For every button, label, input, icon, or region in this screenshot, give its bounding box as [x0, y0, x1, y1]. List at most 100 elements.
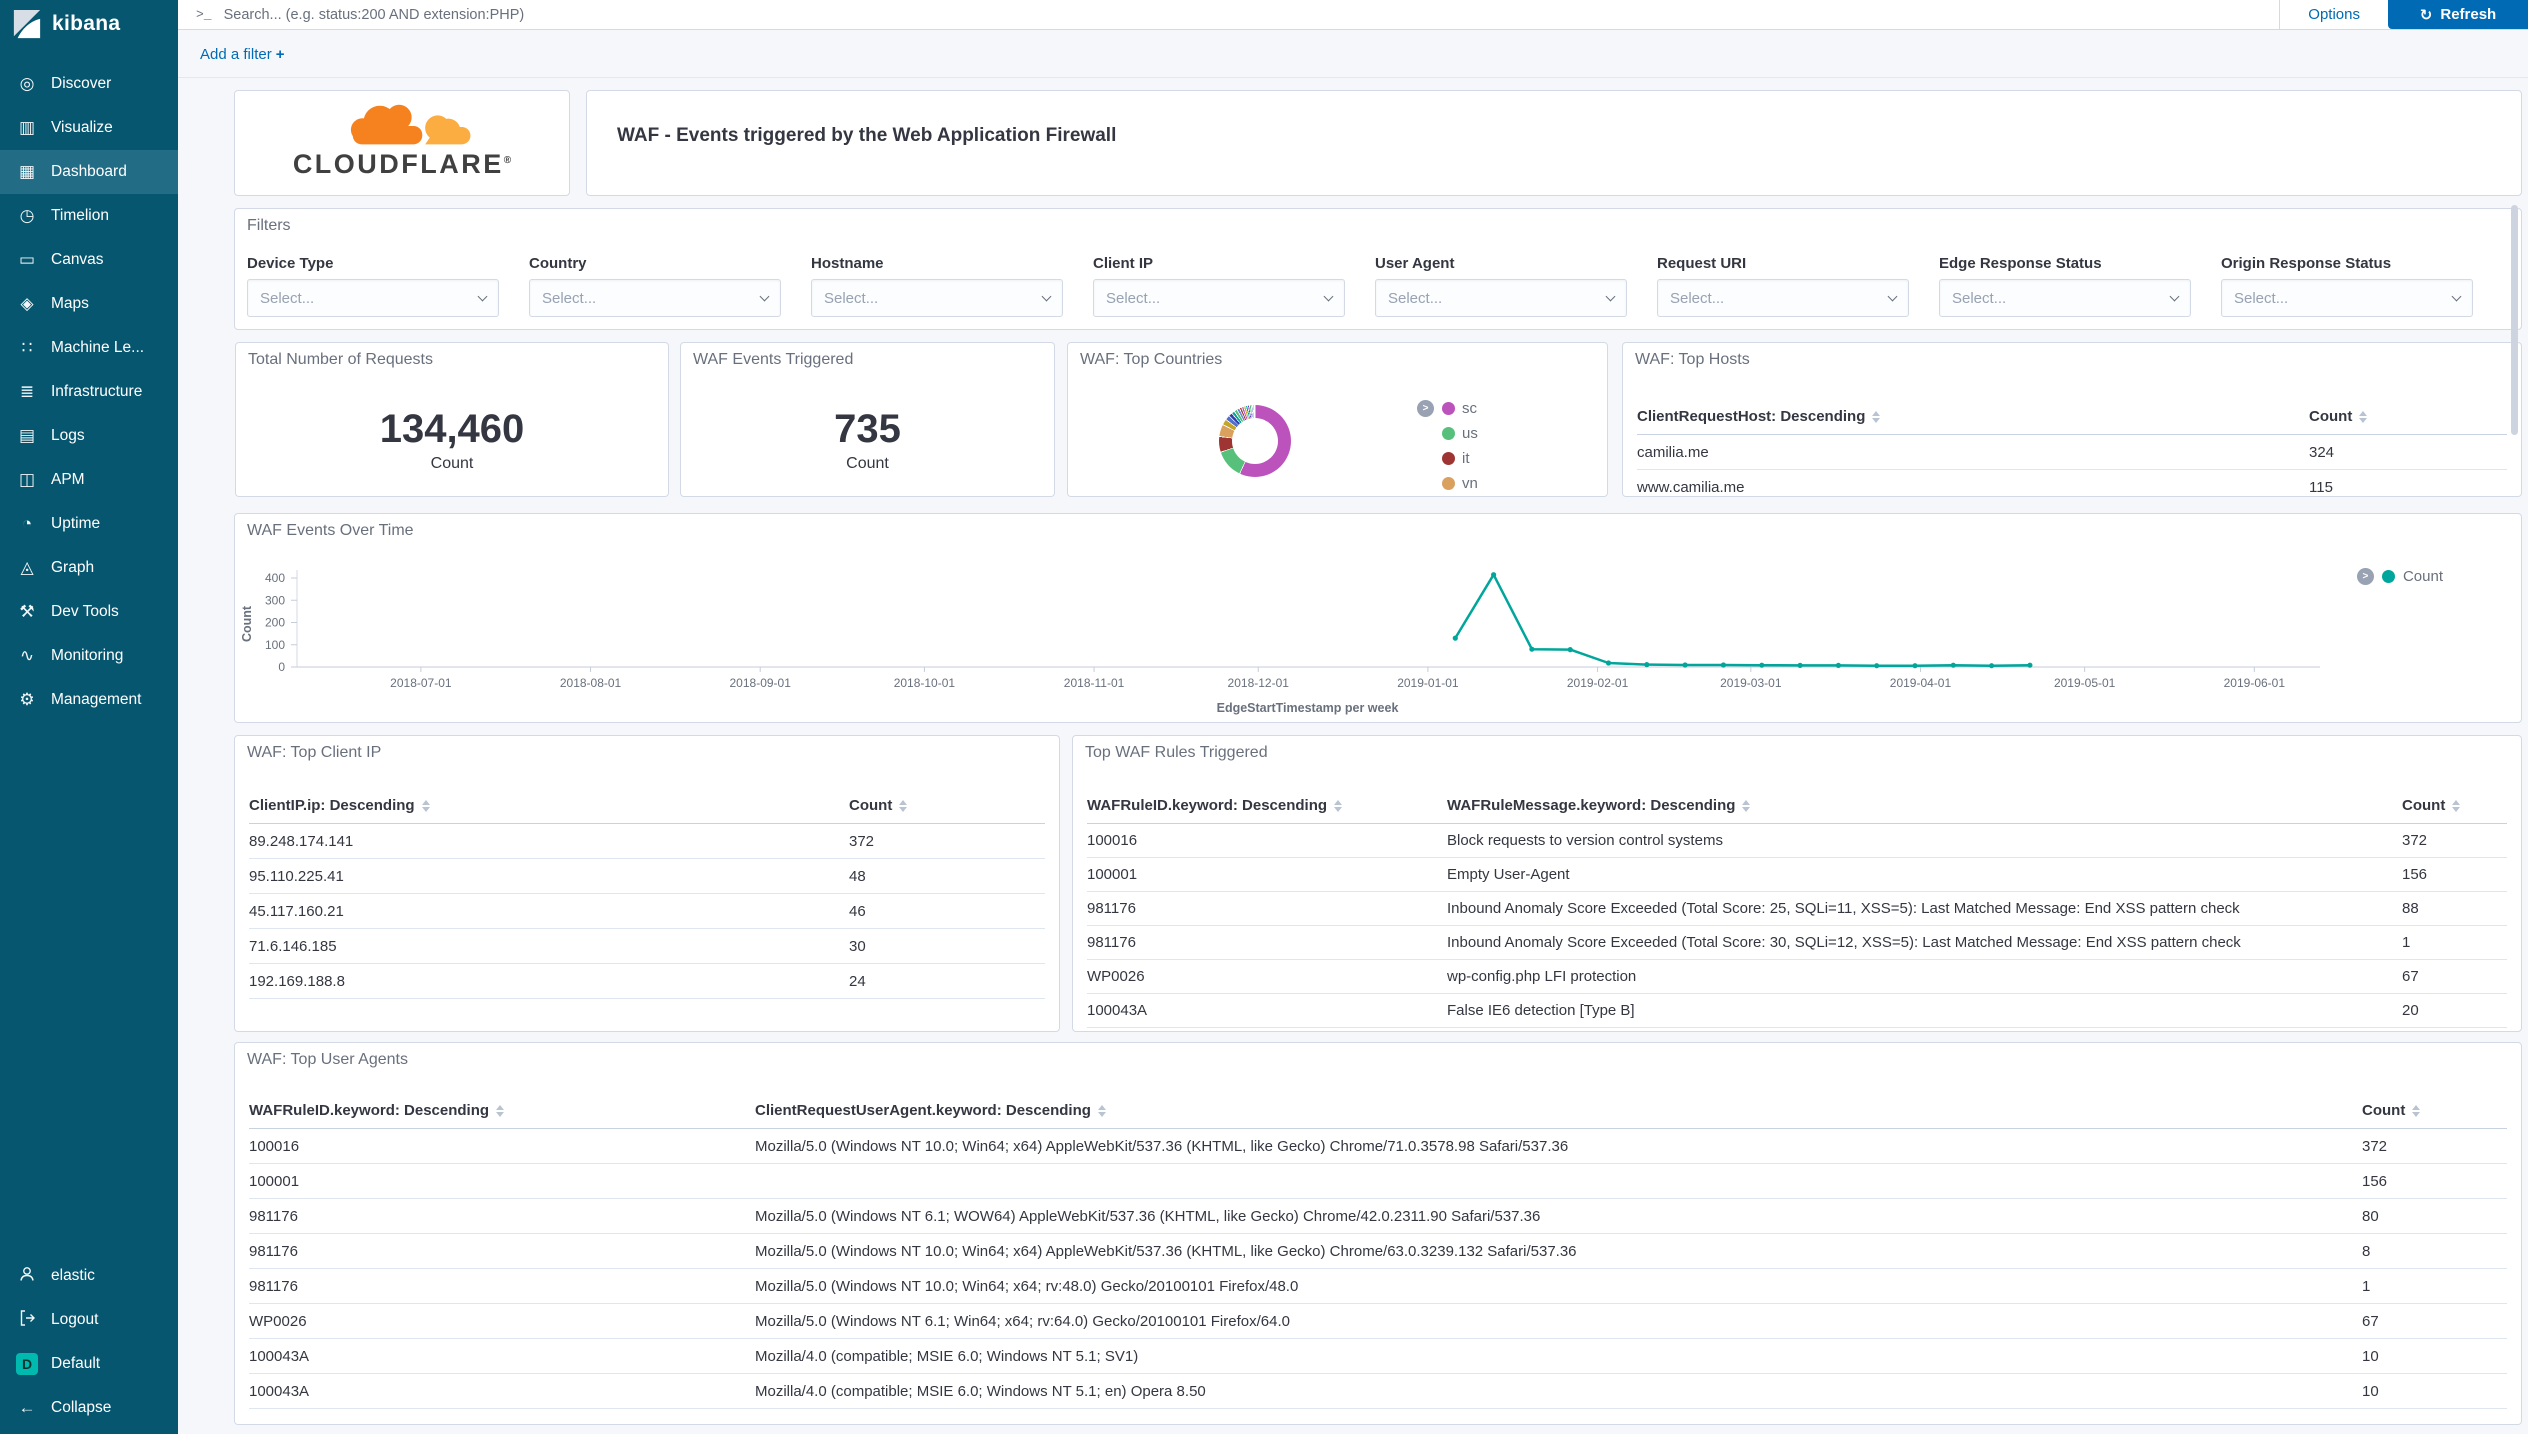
chevron-down-icon	[760, 291, 770, 301]
table-cell: Inbound Anomaly Score Exceeded (Total Sc…	[1447, 934, 2402, 951]
dashboard-title-panel: WAF - Events triggered by the Web Applic…	[586, 90, 2522, 196]
sidebar-item-dashboard[interactable]: ▦Dashboard	[0, 150, 178, 194]
sidebar-item-elastic[interactable]: elastic	[0, 1254, 178, 1298]
sort-icon[interactable]	[1742, 800, 1750, 812]
sidebar-item-default-space[interactable]: D Default	[0, 1342, 178, 1386]
sidebar-item-canvas[interactable]: ▭Canvas	[0, 238, 178, 282]
column-header[interactable]: ClientRequestHost: Descending	[1637, 408, 2309, 425]
svg-text:Count: Count	[240, 605, 254, 642]
sort-icon[interactable]	[1872, 411, 1880, 423]
filter-field-hostname: HostnameSelect...	[811, 255, 1063, 317]
column-header[interactable]: WAFRuleID.keyword: Descending	[1087, 797, 1447, 814]
edge-response-status-select[interactable]: Select...	[1939, 279, 2191, 317]
table-cell: camilia.me	[1637, 444, 2309, 461]
column-header[interactable]: Count	[2402, 797, 2507, 814]
legend-item-vn[interactable]: vn	[1442, 475, 1478, 492]
sidebar-item-visualize[interactable]: ▥Visualize	[0, 106, 178, 150]
cloudflare-wordmark: CLOUDFLARE®	[293, 149, 511, 180]
sidebar-item-graph[interactable]: ◬Graph	[0, 546, 178, 590]
sort-icon[interactable]	[496, 1105, 504, 1117]
legend-item-it[interactable]: it	[1442, 450, 1478, 467]
user-agent-select[interactable]: Select...	[1375, 279, 1627, 317]
sidebar-item-discover[interactable]: ◎Discover	[0, 62, 178, 106]
sidebar-item-timelion[interactable]: ◷Timelion	[0, 194, 178, 238]
sidebar-item-collapse[interactable]: ← Collapse	[0, 1386, 178, 1430]
origin-response-status-select[interactable]: Select...	[2221, 279, 2473, 317]
column-header[interactable]: WAFRuleMessage.keyword: Descending	[1447, 797, 2402, 814]
cloudflare-wordmark-text: CLOUDFLARE	[293, 149, 504, 179]
svg-text:2018-09-01: 2018-09-01	[730, 676, 792, 690]
legend-item-us[interactable]: us	[1442, 425, 1478, 442]
sort-icon[interactable]	[1098, 1105, 1106, 1117]
column-header[interactable]: Count	[2362, 1102, 2507, 1119]
column-header[interactable]: Count	[2309, 408, 2507, 425]
table-body: 100016Mozilla/5.0 (Windows NT 10.0; Win6…	[249, 1129, 2507, 1409]
refresh-button[interactable]: ↻ Refresh	[2388, 0, 2528, 29]
sidebar-item-uptime[interactable]: ◔Uptime	[0, 502, 178, 546]
countries-donut-chart[interactable]	[1219, 405, 1291, 477]
sidebar-item-label: Monitoring	[51, 647, 123, 665]
table-cell: Inbound Anomaly Score Exceeded (Total Sc…	[1447, 900, 2402, 917]
legend-collapse-icon[interactable]: >	[2357, 568, 2374, 585]
table-cell: www.camilia.me	[1637, 479, 2309, 496]
table-cell: WP0026	[1087, 968, 1447, 985]
sort-icon[interactable]	[1334, 800, 1342, 812]
scrollbar-thumb[interactable]	[2511, 205, 2518, 435]
column-header[interactable]: ClientIP.ip: Descending	[249, 797, 849, 814]
svg-text:2019-02-01: 2019-02-01	[1567, 676, 1629, 690]
filter-bar: Add a filter+	[178, 31, 2528, 78]
top-hosts-table: ClientRequestHost: DescendingCount camil…	[1637, 399, 2507, 497]
kibana-logo[interactable]: kibana	[0, 0, 178, 48]
select-placeholder: Select...	[542, 290, 596, 307]
table-cell: 156	[2362, 1173, 2507, 1190]
metric-label: Count	[681, 455, 1054, 473]
legend-label[interactable]: Count	[2403, 568, 2443, 585]
sidebar-item-infrastructure[interactable]: ≣Infrastructure	[0, 370, 178, 414]
sidebar-item-dev-tools[interactable]: ⚒Dev Tools	[0, 590, 178, 634]
console-prompt-icon: >_	[196, 7, 212, 22]
request-uri-select[interactable]: Select...	[1657, 279, 1909, 317]
sidebar-item-monitoring[interactable]: ∿Monitoring	[0, 634, 178, 678]
sidebar-item-apm[interactable]: ◫APM	[0, 458, 178, 502]
panel-title: WAF: Top Client IP	[247, 744, 381, 762]
client-ip-select[interactable]: Select...	[1093, 279, 1345, 317]
table-cell: 8	[2362, 1243, 2507, 1260]
panel-title: WAF: Top Countries	[1080, 351, 1222, 369]
hostname-select[interactable]: Select...	[811, 279, 1063, 317]
svg-text:2019-03-01: 2019-03-01	[1720, 676, 1782, 690]
sort-icon[interactable]	[2452, 800, 2460, 812]
sidebar-item-label: elastic	[51, 1267, 95, 1285]
sidebar-item-logs[interactable]: ▤Logs	[0, 414, 178, 458]
sidebar-item-management[interactable]: ⚙Management	[0, 678, 178, 722]
table-cell: 1	[2362, 1278, 2507, 1295]
table-cell: 80	[2362, 1208, 2507, 1225]
sidebar-item-label: Timelion	[51, 207, 109, 225]
events-over-time-chart[interactable]: 01002003004002018-07-012018-08-012018-09…	[235, 532, 2521, 722]
top-user-agents-table: WAFRuleID.keyword: DescendingClientReque…	[249, 1093, 2507, 1409]
sort-icon[interactable]	[899, 800, 907, 812]
legend-collapse-icon[interactable]: >	[1417, 400, 1434, 417]
legend-item-sc[interactable]: sc	[1442, 400, 1478, 417]
country-select[interactable]: Select...	[529, 279, 781, 317]
device-type-select[interactable]: Select...	[247, 279, 499, 317]
column-header-label: WAFRuleID.keyword: Descending	[1087, 797, 1327, 814]
svg-text:2019-05-01: 2019-05-01	[2054, 676, 2116, 690]
sidebar-item-logout[interactable]: Logout	[0, 1298, 178, 1342]
sidebar-item-machine-le[interactable]: ∷Machine Le...	[0, 326, 178, 370]
sort-icon[interactable]	[2359, 411, 2367, 423]
search-input[interactable]	[224, 7, 2280, 23]
column-header[interactable]: ClientRequestUserAgent.keyword: Descendi…	[755, 1102, 2362, 1119]
table-body: 100016Block requests to version control …	[1087, 824, 2507, 1028]
svg-text:2018-10-01: 2018-10-01	[894, 676, 956, 690]
sidebar-item-label: Discover	[51, 75, 111, 93]
options-button[interactable]: Options	[2279, 0, 2388, 29]
sidebar-item-maps[interactable]: ◈Maps	[0, 282, 178, 326]
sort-icon[interactable]	[2412, 1105, 2420, 1117]
sort-icon[interactable]	[422, 800, 430, 812]
column-header[interactable]: Count	[849, 797, 1045, 814]
add-filter-button[interactable]: Add a filter+	[200, 46, 284, 63]
column-header[interactable]: WAFRuleID.keyword: Descending	[249, 1102, 755, 1119]
sidebar-item-label: Canvas	[51, 251, 104, 269]
logs-icon: ▤	[16, 426, 38, 446]
collapse-arrow-icon: ←	[16, 1398, 38, 1418]
